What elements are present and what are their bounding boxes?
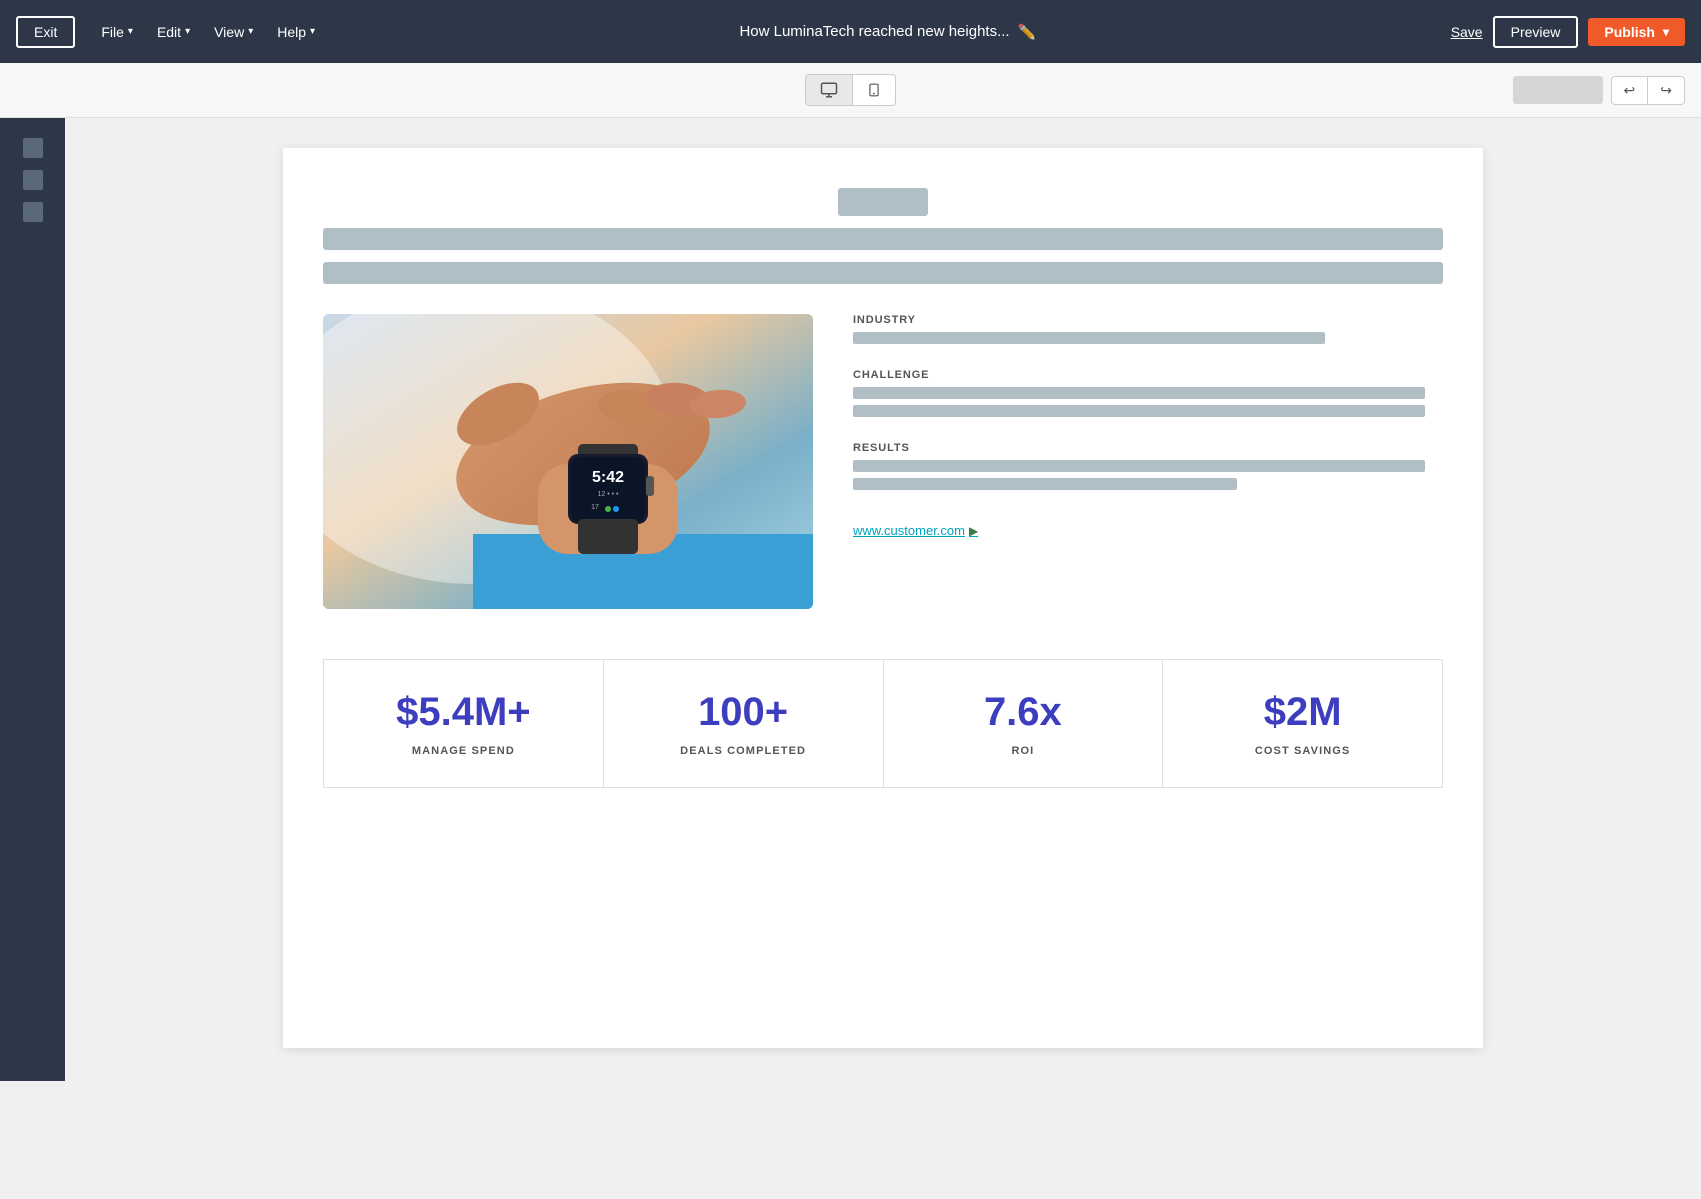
canvas-area: 5:42 12 • • • 17 — [65, 118, 1701, 1081]
stat-item-3: $2M COST SAVINGS — [1163, 660, 1442, 787]
canvas-page: 5:42 12 • • • 17 — [283, 148, 1483, 1048]
stat-value-3: $2M — [1183, 690, 1422, 735]
svg-text:5:42: 5:42 — [592, 469, 624, 486]
content-info: INDUSTRY CHALLENGE RESULTS — [853, 314, 1443, 609]
main-layout: 5:42 12 • • • 17 — [0, 118, 1701, 1081]
link-arrow-icon: ▶ — [969, 524, 978, 538]
file-menu[interactable]: File ▾ — [91, 18, 143, 46]
content-image: 5:42 12 • • • 17 — [323, 314, 813, 609]
toolbar-right: ↩ ↪ — [1513, 76, 1685, 105]
header-line-2 — [323, 262, 1443, 284]
stat-label-3: COST SAVINGS — [1183, 745, 1422, 757]
header-line-1 — [323, 228, 1443, 250]
redo-button[interactable]: ↪ — [1648, 77, 1684, 104]
sidebar-icon-3[interactable] — [23, 202, 43, 222]
toolbar-bar: ↩ ↪ — [0, 63, 1701, 118]
challenge-label: CHALLENGE — [853, 369, 1443, 381]
navbar-center: How LuminaTech reached new heights... ✏️ — [325, 23, 1451, 41]
content-section: 5:42 12 • • • 17 — [323, 314, 1443, 609]
undo-button[interactable]: ↩ — [1612, 77, 1649, 104]
stat-value-1: 100+ — [624, 690, 863, 735]
mobile-view-button[interactable] — [853, 75, 895, 105]
edit-chevron-icon: ▾ — [185, 26, 190, 37]
page-header — [323, 188, 1443, 284]
nav-menu: File ▾ Edit ▾ View ▾ Help ▾ — [91, 18, 325, 46]
logo-placeholder — [838, 188, 928, 216]
edit-menu[interactable]: Edit ▾ — [147, 18, 200, 46]
save-button[interactable]: Save — [1451, 24, 1483, 40]
edit-title-icon[interactable]: ✏️ — [1018, 23, 1037, 41]
results-section: RESULTS — [853, 442, 1443, 495]
view-chevron-icon: ▾ — [248, 26, 253, 37]
navbar-right: Save Preview Publish ▾ — [1451, 16, 1685, 48]
stat-item-0: $5.4M+ MANAGE SPEND — [324, 660, 604, 787]
publish-button[interactable]: Publish ▾ — [1588, 18, 1685, 46]
results-line-1 — [853, 460, 1425, 472]
help-menu[interactable]: Help ▾ — [267, 18, 325, 46]
results-label: RESULTS — [853, 442, 1443, 454]
stat-value-0: $5.4M+ — [344, 690, 583, 735]
navbar: Exit File ▾ Edit ▾ View ▾ Help ▾ How Lum… — [0, 0, 1701, 63]
stat-label-2: ROI — [904, 745, 1143, 757]
toolbar-placeholder — [1513, 76, 1603, 104]
stats-section: $5.4M+ MANAGE SPEND 100+ DEALS COMPLETED… — [323, 659, 1443, 788]
results-line-2 — [853, 478, 1237, 490]
stat-value-2: 7.6x — [904, 690, 1143, 735]
stat-label-0: MANAGE SPEND — [344, 745, 583, 757]
undo-redo-group: ↩ ↪ — [1611, 76, 1685, 105]
svg-text:12 • • •: 12 • • • — [598, 491, 620, 498]
svg-text:17: 17 — [591, 504, 599, 511]
stat-label-1: DEALS COMPLETED — [624, 745, 863, 757]
page-title: How LuminaTech reached new heights... — [739, 23, 1009, 40]
challenge-line-2 — [853, 405, 1425, 417]
challenge-line-1 — [853, 387, 1425, 399]
stat-item-2: 7.6x ROI — [884, 660, 1164, 787]
preview-button[interactable]: Preview — [1493, 16, 1579, 48]
device-toggle — [805, 74, 896, 106]
sidebar-icon-1[interactable] — [23, 138, 43, 158]
navbar-left: Exit File ▾ Edit ▾ View ▾ Help ▾ — [16, 16, 325, 48]
help-chevron-icon: ▾ — [310, 26, 315, 37]
industry-label: INDUSTRY — [853, 314, 1443, 326]
industry-line — [853, 332, 1325, 344]
industry-section: INDUSTRY — [853, 314, 1443, 349]
desktop-view-button[interactable] — [806, 75, 853, 105]
challenge-section: CHALLENGE — [853, 369, 1443, 422]
exit-button[interactable]: Exit — [16, 16, 75, 48]
sidebar-icon-2[interactable] — [23, 170, 43, 190]
stat-item-1: 100+ DEALS COMPLETED — [604, 660, 884, 787]
sidebar — [0, 118, 65, 1081]
publish-chevron-icon: ▾ — [1663, 25, 1669, 39]
customer-link[interactable]: www.customer.com ▶ — [853, 523, 1443, 538]
view-menu[interactable]: View ▾ — [204, 18, 263, 46]
file-chevron-icon: ▾ — [128, 26, 133, 37]
